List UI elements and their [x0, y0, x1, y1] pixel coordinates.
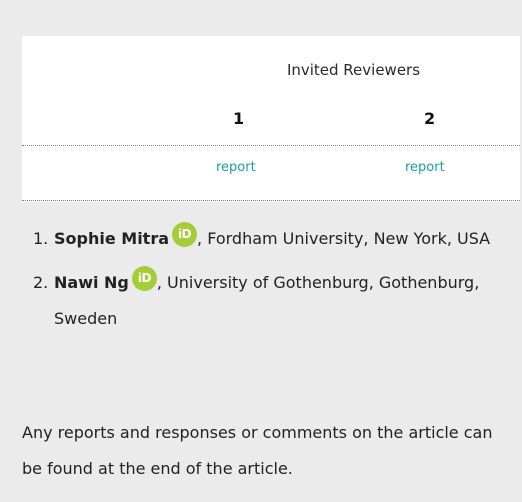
reviewer-2-report-link[interactable]: report [405, 160, 445, 175]
reviewer-name: Sophie Mitra [54, 229, 170, 248]
reviewer-list-item: 2. Nawi Ng iD, University of Gothenburg, … [33, 265, 503, 337]
list-index: 1. [33, 229, 49, 248]
orcid-icon[interactable]: iD [172, 222, 198, 247]
reviewer-list-item: 1. Sophie Mitra iD, Fordham University, N… [33, 221, 503, 257]
reviewer-name: Nawi Ng [54, 273, 129, 292]
dotted-divider-bottom [22, 200, 520, 201]
list-index: 2. [33, 273, 49, 292]
dotted-divider [22, 145, 520, 146]
reports-footnote: Any reports and responses or comments on… [22, 423, 493, 478]
reviewer-1-column-number: 1 [233, 109, 245, 128]
reviewer-affiliation: , Fordham University, New York, USA [197, 229, 491, 248]
orcid-icon[interactable]: iD [131, 266, 157, 291]
reviewer-list: 1. Sophie Mitra iD, Fordham University, N… [33, 221, 503, 337]
panel-title: Invited Reviewers [286, 61, 421, 79]
invited-reviewers-panel: Invited Reviewers 1 2 report report [22, 36, 520, 202]
reviewer-1-report-link[interactable]: report [216, 160, 256, 175]
reviewer-2-column-number: 2 [424, 109, 436, 128]
